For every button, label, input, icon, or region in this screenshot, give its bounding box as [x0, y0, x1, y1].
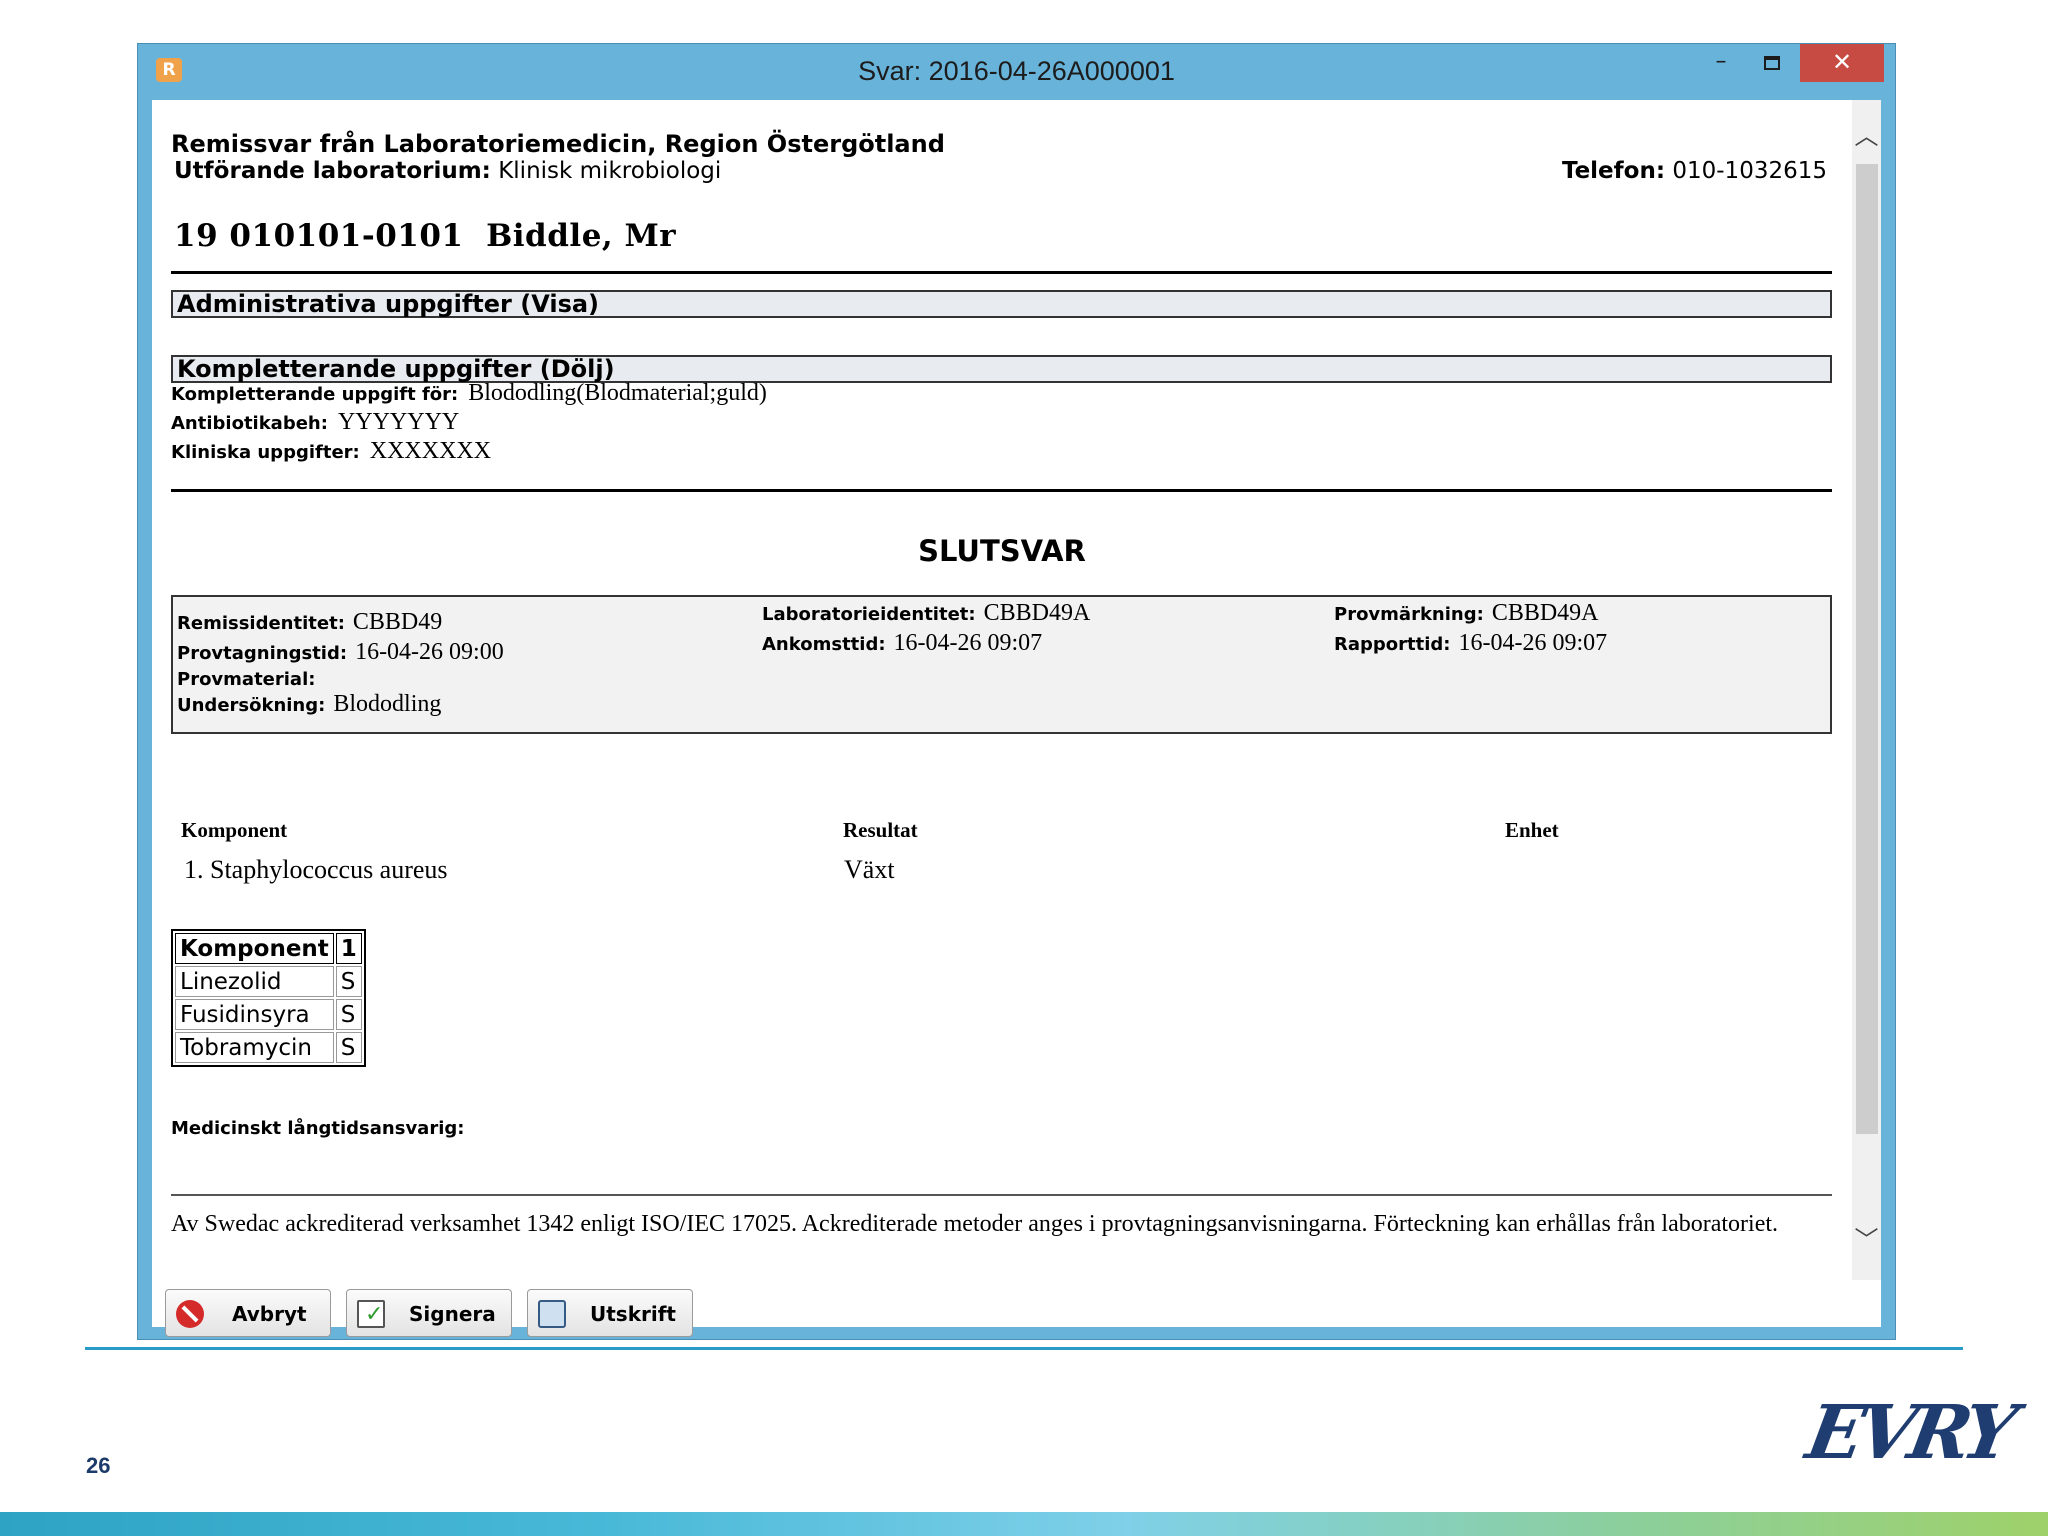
- col-resultat-header: Resultat: [843, 818, 918, 842]
- lab-id-label: Laboratorieidentitet:: [762, 604, 976, 625]
- arrival-time-value: 16-04-26 09:07: [893, 630, 1043, 656]
- scroll-up-icon[interactable]: ︿: [1852, 114, 1881, 158]
- antibiogram-table: Komponent 1 Linezolid S Fusidinsyra S To…: [171, 929, 366, 1067]
- complement-for-label: Kompletterande uppgift för:: [171, 384, 459, 405]
- medical-responsible: Medicinskt långtidsansvarig:: [171, 1118, 465, 1139]
- table-cell: S: [335, 966, 362, 997]
- arrival-time: Ankomsttid: 16-04-26 09:07: [762, 630, 1042, 657]
- accreditation-note: Av Swedac ackrediterad verksamhet 1342 e…: [171, 1211, 1779, 1237]
- examination-value: Blododling: [333, 691, 442, 717]
- antibiotic-label: Antibiotikabeh:: [171, 413, 328, 434]
- sample-info-box: Remissidentitet: CBBD49 Provtagningstid: 1…: [171, 595, 1832, 734]
- complement-for-value: Blododling(Blodmaterial;guld): [468, 380, 767, 406]
- window-client: Remissvar från Laboratoriemedicin, Regio…: [152, 100, 1881, 1337]
- sample-material: Provmaterial:: [177, 669, 315, 690]
- table-row: Tobramycin S: [175, 1032, 362, 1063]
- table-header-cell: Komponent: [175, 933, 334, 964]
- performing-lab-value: Klinisk mikrobiologi: [498, 158, 722, 184]
- minimize-button[interactable]: –: [1698, 44, 1744, 82]
- table-row: Fusidinsyra S: [175, 999, 362, 1030]
- divider: [171, 1194, 1832, 1196]
- patient-id-name: 19 010101-0101 Biddle, Mr: [174, 218, 677, 254]
- performing-lab-label: Utförande laboratorium:: [174, 158, 491, 184]
- sample-marking-label: Provmärkning:: [1334, 604, 1484, 625]
- sample-marking: Provmärkning: CBBD49A: [1334, 600, 1599, 627]
- sampling-time: Provtagningstid: 16-04-26 09:00: [177, 639, 504, 666]
- admin-section-header[interactable]: Administrativa uppgifter (Visa): [171, 290, 1832, 318]
- sign-button[interactable]: Signera: [346, 1289, 512, 1337]
- close-button[interactable]: ✕: [1800, 44, 1884, 82]
- evry-logo: EVRY: [1800, 1390, 2018, 1476]
- sign-document-icon: [357, 1300, 385, 1328]
- sample-material-label: Provmaterial:: [177, 669, 316, 690]
- maximize-button[interactable]: [1749, 44, 1795, 82]
- cancel-button[interactable]: Avbryt: [165, 1289, 331, 1337]
- lab-id-value: CBBD49A: [983, 600, 1091, 626]
- performing-lab: Utförande laboratorium: Klinisk mikrobio…: [174, 158, 721, 184]
- report-time: Rapporttid: 16-04-26 09:07: [1334, 630, 1607, 657]
- result-value: Växt: [844, 855, 895, 884]
- antibiotic-treatment: Antibiotikabeh: YYYYYYY: [171, 409, 459, 436]
- divider: [171, 489, 1832, 492]
- phone: Telefon: 010-1032615: [1562, 158, 1827, 184]
- col-enhet-header: Enhet: [1505, 818, 1559, 842]
- table-cell: Fusidinsyra: [175, 999, 334, 1030]
- vertical-scrollbar[interactable]: ︿ ﹀: [1852, 100, 1881, 1280]
- divider: [171, 271, 1832, 274]
- slide-divider: [85, 1347, 1963, 1350]
- sampling-time-value: 16-04-26 09:00: [355, 639, 504, 665]
- print-button[interactable]: Utskrift: [527, 1289, 693, 1337]
- slide: R Svar: 2016-04-26A000001 – ✕ Remissvar …: [0, 0, 2048, 1536]
- clinical-info: Kliniska uppgifter: XXXXXXX: [171, 438, 491, 465]
- maximize-icon: [1764, 56, 1780, 70]
- lab-id: Laboratorieidentitet: CBBD49A: [762, 600, 1090, 627]
- table-cell: S: [335, 999, 362, 1030]
- sampling-time-label: Provtagningstid:: [177, 643, 348, 664]
- examination-label: Undersökning:: [177, 695, 326, 716]
- cancel-button-label: Avbryt: [232, 1302, 307, 1326]
- clinical-value: XXXXXXX: [369, 438, 492, 464]
- table-cell: S: [335, 1032, 362, 1063]
- report-document: Remissvar från Laboratoriemedicin, Regio…: [152, 100, 1852, 1280]
- page-number: 26: [86, 1453, 111, 1478]
- sample-marking-value: CBBD49A: [1491, 600, 1599, 626]
- referral-id-label: Remissidentitet:: [177, 613, 345, 634]
- final-answer-heading: SLUTSVAR: [918, 534, 1086, 568]
- button-bar: Avbryt Signera Utskrift: [152, 1280, 1881, 1337]
- printer-icon: [538, 1300, 566, 1328]
- referral-id-value: CBBD49: [352, 609, 443, 635]
- report-time-value: 16-04-26 09:07: [1458, 630, 1608, 656]
- clinical-label: Kliniska uppgifter:: [171, 442, 360, 463]
- col-komponent-header: Komponent: [181, 818, 288, 842]
- report-time-label: Rapporttid:: [1334, 634, 1451, 655]
- title-bar[interactable]: R Svar: 2016-04-26A000001 – ✕: [138, 44, 1895, 100]
- scroll-down-icon[interactable]: ﹀: [1852, 1218, 1881, 1262]
- bottom-color-band: [0, 1512, 2048, 1536]
- phone-value: 010-1032615: [1672, 158, 1827, 184]
- result-component: 1. Staphylococcus aureus: [184, 855, 448, 884]
- scroll-thumb[interactable]: [1856, 164, 1878, 1134]
- table-cell: Tobramycin: [175, 1032, 334, 1063]
- arrival-time-label: Ankomsttid:: [762, 634, 886, 655]
- result-window: R Svar: 2016-04-26A000001 – ✕ Remissvar …: [137, 43, 1896, 1340]
- complement-for: Kompletterande uppgift för: Blododling(Bl…: [171, 380, 767, 407]
- table-header-row: Komponent 1: [175, 933, 362, 964]
- lab-title: Remissvar från Laboratoriemedicin, Regio…: [171, 130, 945, 158]
- complement-section-header[interactable]: Kompletterande uppgifter (Dölj): [171, 355, 1832, 383]
- print-button-label: Utskrift: [590, 1302, 676, 1326]
- stop-icon: [176, 1300, 204, 1328]
- sign-button-label: Signera: [409, 1302, 496, 1326]
- phone-label: Telefon:: [1561, 158, 1666, 184]
- referral-id: Remissidentitet: CBBD49: [177, 609, 442, 636]
- examination: Undersökning: Blododling: [177, 691, 441, 718]
- table-header-cell: 1: [335, 933, 362, 964]
- table-cell: Linezolid: [175, 966, 334, 997]
- antibiotic-value: YYYYYYY: [337, 409, 460, 435]
- window-title: Svar: 2016-04-26A000001: [858, 56, 1175, 86]
- table-row: Linezolid S: [175, 966, 362, 997]
